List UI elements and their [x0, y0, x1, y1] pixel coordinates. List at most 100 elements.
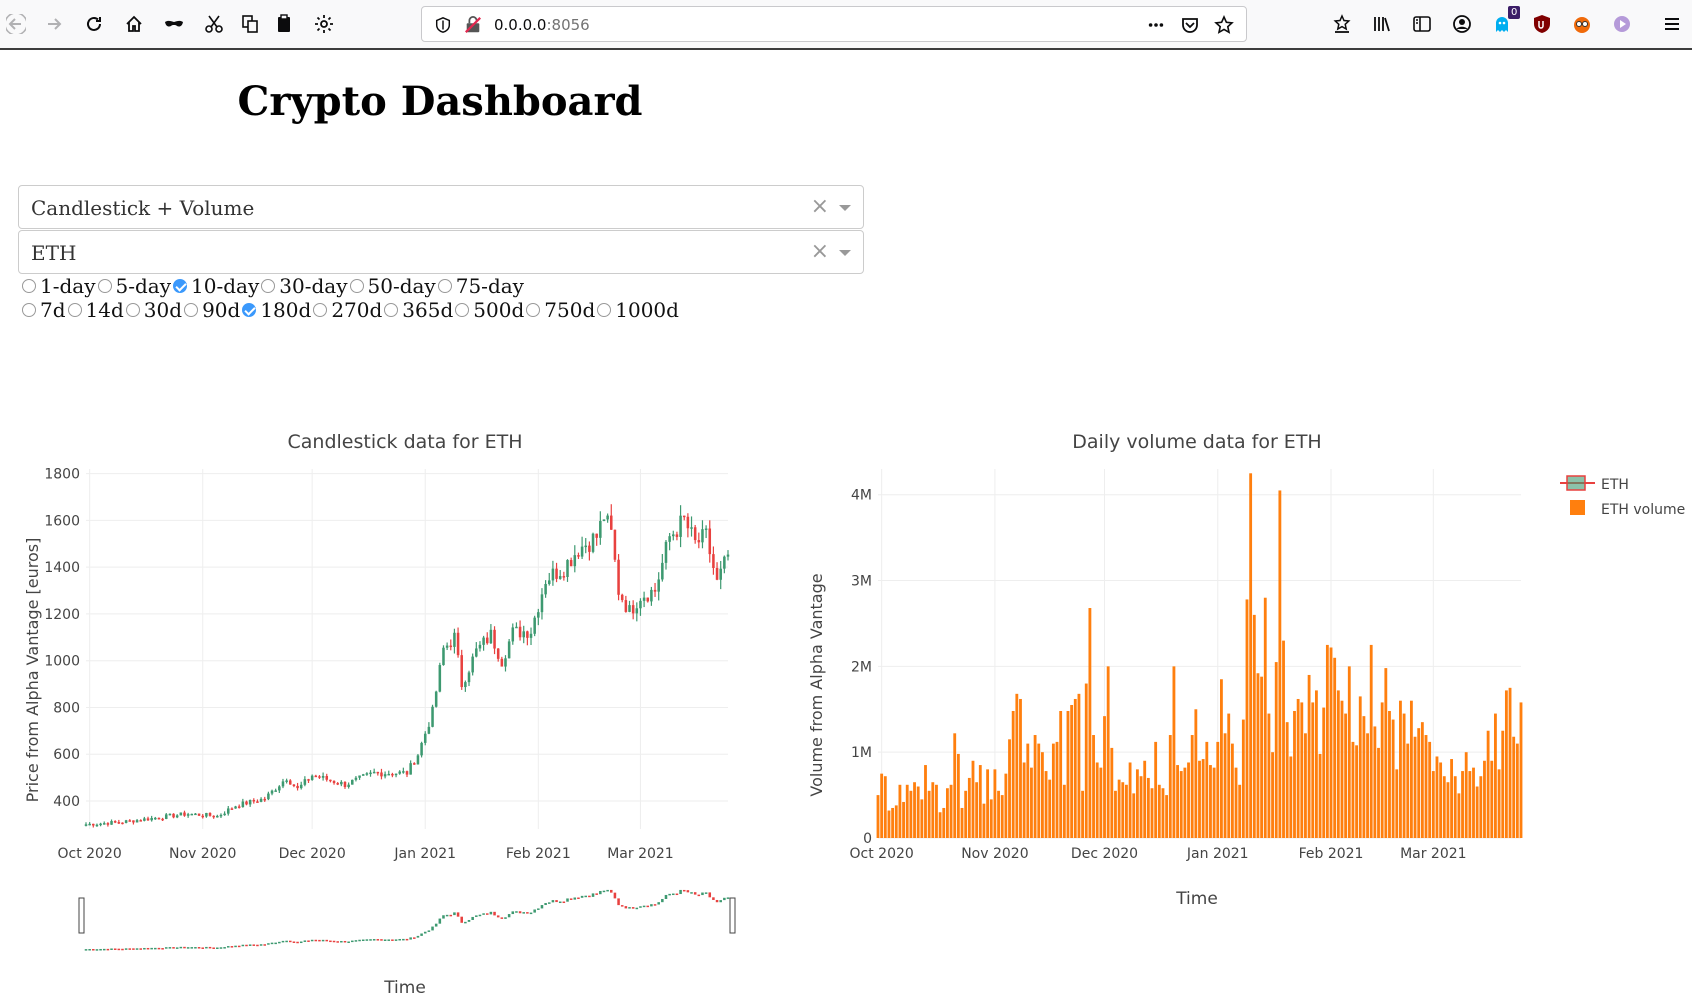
- clear-symbol-icon[interactable]: ×: [811, 239, 829, 264]
- candle-increasing: [150, 815, 153, 822]
- forward-arrow-icon: [48, 18, 62, 30]
- candle-decreasing: [496, 648, 500, 662]
- volume-bar: [1172, 666, 1176, 838]
- legend-item-eth-volume[interactable]: ETH volume: [1570, 500, 1685, 518]
- back-button[interactable]: [0, 8, 32, 40]
- time-range-option-label: 500d: [473, 298, 525, 322]
- paste-button[interactable]: [268, 8, 300, 40]
- time-range-option-label: 1000d: [615, 298, 679, 322]
- slider-candle: [577, 897, 580, 900]
- radio-checked-icon[interactable]: [173, 279, 188, 293]
- volume-bar: [1428, 741, 1432, 838]
- slider-candle: [719, 900, 722, 903]
- moving-average-option[interactable]: 5-day: [97, 274, 171, 298]
- reload-button[interactable]: [78, 8, 110, 40]
- radio-unchecked-icon[interactable]: [22, 279, 36, 293]
- candle-increasing: [143, 816, 146, 822]
- more-actions-icon[interactable]: [1146, 16, 1166, 34]
- radio-unchecked-icon[interactable]: [455, 303, 470, 317]
- copy-button[interactable]: [234, 8, 266, 40]
- range-slider-left-handle[interactable]: [78, 897, 85, 934]
- candle-body: [369, 772, 372, 775]
- time-range-option[interactable]: 30d: [125, 298, 182, 322]
- candle-body: [274, 790, 277, 792]
- range-slider[interactable]: [78, 889, 736, 951]
- radio-unchecked-icon[interactable]: [261, 279, 276, 293]
- time-range-option[interactable]: 500d: [455, 298, 524, 322]
- radio-unchecked-icon[interactable]: [97, 279, 112, 293]
- moving-average-option[interactable]: 30-day: [261, 274, 348, 298]
- privacy-badger-button[interactable]: [1566, 8, 1598, 40]
- symbol-dropdown[interactable]: ETH ×: [18, 230, 864, 274]
- radio-unchecked-icon[interactable]: [384, 303, 399, 317]
- radio-unchecked-icon[interactable]: [22, 303, 36, 317]
- moving-average-option[interactable]: 10-day: [173, 274, 259, 298]
- time-range-option[interactable]: 90d: [184, 298, 240, 322]
- candle-body: [99, 823, 102, 826]
- volume-bar: [924, 765, 927, 838]
- candle-decreasing: [161, 817, 164, 821]
- range-slider-right-handle[interactable]: [729, 897, 736, 934]
- account-button[interactable]: [1446, 8, 1478, 40]
- radio-unchecked-icon[interactable]: [597, 303, 612, 317]
- radio-checked-icon[interactable]: [242, 303, 257, 317]
- bookmarks-button[interactable]: [1326, 8, 1358, 40]
- shield-icon[interactable]: [434, 16, 452, 34]
- time-range-option[interactable]: 180d: [242, 298, 311, 322]
- radio-unchecked-icon[interactable]: [437, 279, 452, 293]
- menu-button[interactable]: [1656, 8, 1688, 40]
- chevron-down-icon[interactable]: [839, 250, 851, 256]
- candle-body: [653, 589, 657, 592]
- volume-bar: [1161, 788, 1165, 838]
- home-button[interactable]: [118, 8, 150, 40]
- radio-unchecked-icon[interactable]: [184, 303, 199, 317]
- pocket-icon[interactable]: [1180, 15, 1200, 35]
- slider-candle: [361, 939, 365, 942]
- radio-unchecked-icon[interactable]: [313, 303, 328, 317]
- radio-unchecked-icon[interactable]: [67, 303, 82, 317]
- sidebar-button[interactable]: [1406, 8, 1438, 40]
- radio-unchecked-icon[interactable]: [349, 279, 364, 293]
- candle-decreasing: [555, 562, 558, 583]
- legend-item-eth[interactable]: ETH: [1560, 475, 1629, 493]
- time-range-option[interactable]: 365d: [384, 298, 453, 322]
- candle-increasing: [219, 813, 223, 819]
- ublock-extension-button[interactable]: [1526, 8, 1558, 40]
- moving-average-option[interactable]: 75-day: [437, 274, 524, 298]
- candle-increasing: [423, 731, 427, 746]
- url-bar[interactable]: 0.0.0.0:8056: [421, 6, 1247, 42]
- bookmark-star-icon[interactable]: [1214, 15, 1234, 35]
- chart-legend[interactable]: ETH ETH volume: [1560, 475, 1685, 518]
- slider-candle: [128, 948, 132, 950]
- candle-body: [584, 545, 588, 548]
- slider-candle: [646, 905, 650, 908]
- candle-body: [325, 775, 329, 780]
- radio-unchecked-icon[interactable]: [526, 303, 541, 317]
- candle-body: [92, 823, 95, 826]
- time-range-option[interactable]: 750d: [526, 298, 595, 322]
- forward-button[interactable]: [38, 8, 70, 40]
- insecure-connection-icon[interactable]: [464, 16, 482, 34]
- candle-decreasing: [620, 593, 624, 603]
- chevron-down-icon[interactable]: [839, 205, 851, 211]
- slider-candle: [547, 902, 551, 904]
- candle-body: [234, 806, 237, 809]
- moving-average-option[interactable]: 50-day: [349, 274, 436, 298]
- time-range-option[interactable]: 270d: [313, 298, 382, 322]
- candle-decreasing: [343, 781, 347, 789]
- time-range-option[interactable]: 1000d: [597, 298, 679, 322]
- radio-unchecked-icon[interactable]: [125, 303, 140, 317]
- time-range-option[interactable]: 7d: [22, 298, 66, 322]
- cut-button[interactable]: [198, 8, 230, 40]
- chart-type-dropdown[interactable]: Candlestick + Volume ×: [18, 185, 864, 229]
- time-range-option[interactable]: 14d: [67, 298, 124, 322]
- library-button[interactable]: [1366, 8, 1398, 40]
- private-mask-button[interactable]: [158, 8, 190, 40]
- settings-button[interactable]: [308, 8, 340, 40]
- moving-average-option[interactable]: 1-day: [22, 274, 96, 298]
- volume-bar: [1234, 767, 1238, 838]
- slider-candle: [496, 915, 500, 918]
- clear-chart-type-icon[interactable]: ×: [811, 194, 829, 219]
- candle-body: [485, 637, 489, 644]
- media-extension-button[interactable]: [1606, 8, 1638, 40]
